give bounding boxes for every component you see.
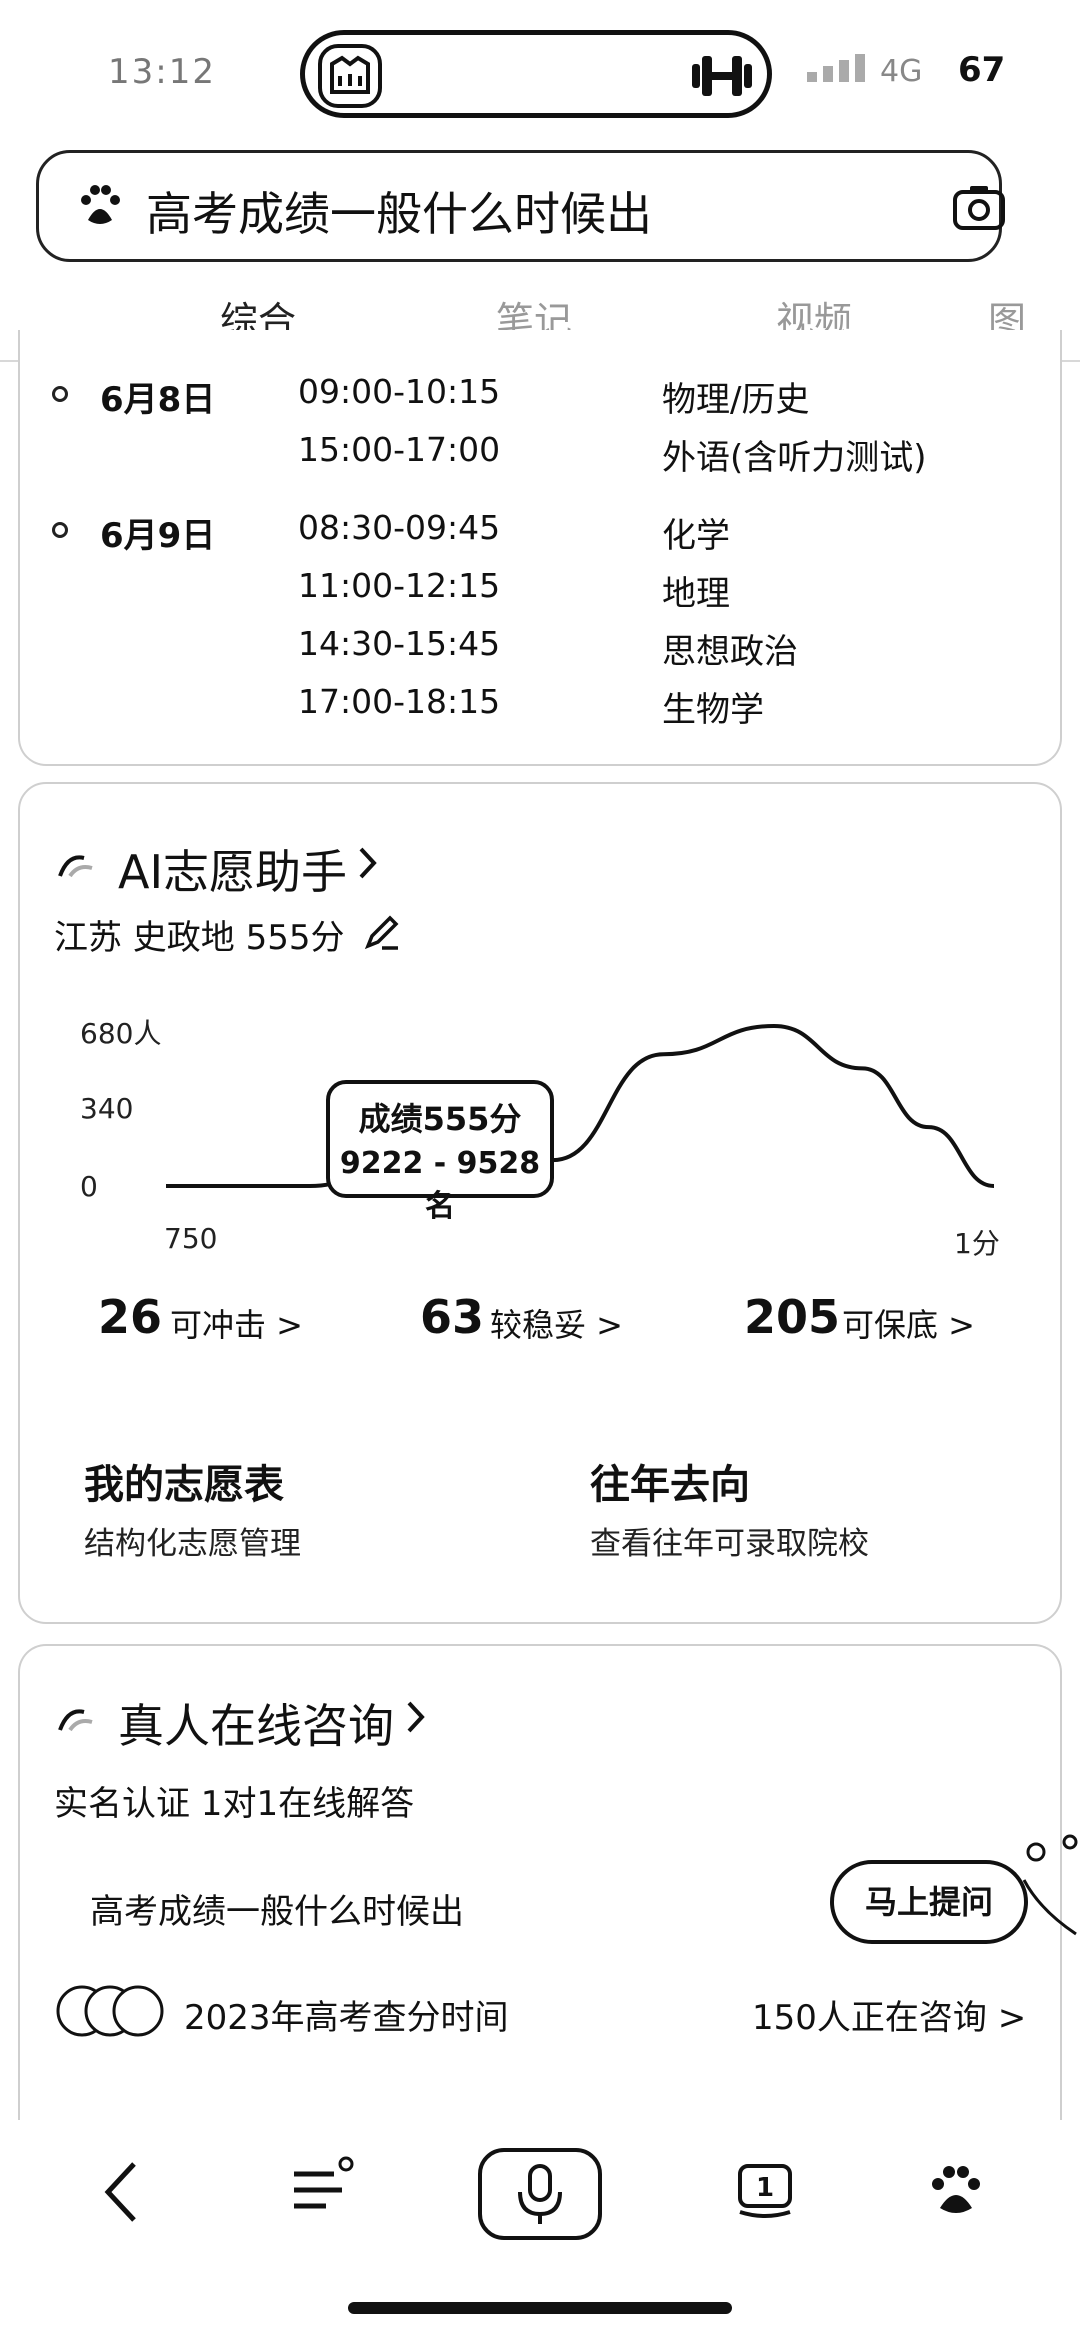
safe-label[interactable]: 可保底 > (842, 1300, 975, 1346)
stable-count[interactable]: 63 (420, 1290, 484, 1344)
voice-button[interactable] (478, 2148, 602, 2240)
chevron-right-icon[interactable] (406, 1700, 426, 1734)
stable-label[interactable]: 较稳妥 > (490, 1300, 623, 1346)
home-indicator[interactable] (348, 2302, 732, 2314)
consult-subtitle: 实名认证 1对1在线解答 (54, 1784, 415, 1824)
past-admissions-desc: 查看往年可录取院校 (590, 1526, 869, 1562)
consultant-avatars (54, 1982, 166, 2040)
consult-topic[interactable]: 2023年高考查分时间 (184, 1990, 509, 2039)
consult-title[interactable]: 真人在线咨询 (118, 1690, 394, 1756)
mascot-arm-icon (1020, 1830, 1080, 1940)
distribution-line (166, 1023, 995, 1189)
consult-sparkle-icon (56, 1704, 96, 1736)
consult-count[interactable]: 150人正在咨询 > (752, 1990, 1026, 2039)
back-icon[interactable] (102, 2160, 142, 2228)
my-volunteer-table-desc: 结构化志愿管理 (84, 1526, 301, 1562)
past-admissions[interactable]: 往年去向 (590, 1452, 750, 1510)
callout-rank: 9222 - 9528名 (339, 1146, 541, 1224)
reach-count[interactable]: 26 (98, 1290, 162, 1344)
notebook-icon[interactable]: 1 (734, 2162, 796, 2224)
safe-count[interactable]: 205 (744, 1290, 840, 1344)
reach-label[interactable]: 可冲击 > (170, 1300, 303, 1346)
svg-text:1: 1 (756, 2173, 774, 2203)
callout-score: 成绩555分 (358, 1100, 522, 1138)
baidu-paw-icon[interactable] (926, 2160, 986, 2224)
consult-question[interactable]: 高考成绩一般什么时候出 (90, 1884, 464, 1933)
ask-now-button[interactable]: 马上提问 (830, 1860, 1028, 1944)
menu-icon[interactable] (290, 2154, 356, 2224)
score-callout: 成绩555分 9222 - 9528名 (326, 1080, 554, 1224)
my-volunteer-table[interactable]: 我的志愿表 (84, 1452, 284, 1510)
